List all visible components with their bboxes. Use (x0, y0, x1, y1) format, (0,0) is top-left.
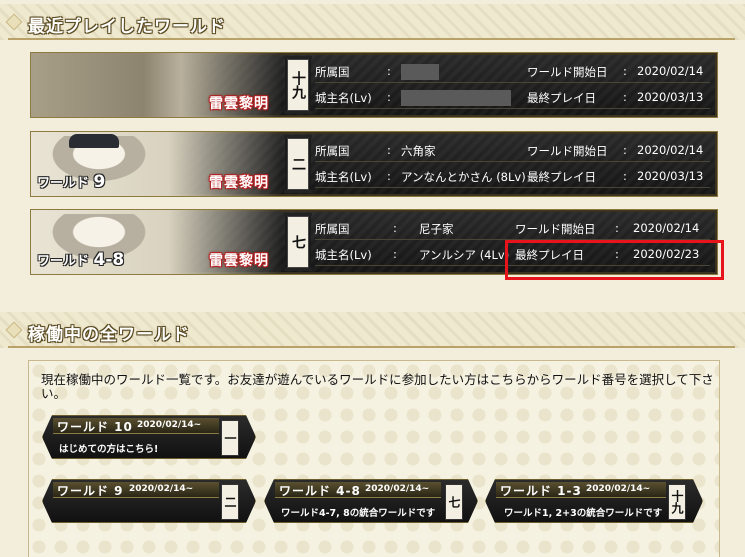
world-button-date: 2020/02/14~ (586, 484, 651, 494)
world-scroll-badge: 七 (284, 213, 312, 271)
world-select-button[interactable]: ワールド 4-8 2020/02/14~ ワールド4-7, 8の統合ワールドです… (264, 479, 478, 523)
world-scroll-badge: 一 (221, 420, 239, 456)
world-button-name: ワールド 1-3 (500, 484, 582, 498)
country-label: 所属国 (315, 65, 350, 79)
world-button-name: ワールド 10 (57, 420, 133, 434)
world-scroll-badge: 十九 (668, 484, 686, 520)
world-label: ワールド (37, 254, 90, 269)
last-value: 2020/03/13 (637, 169, 704, 183)
world-number: 9 (93, 172, 106, 192)
character-hat (69, 134, 119, 148)
start-label: ワールド開始日 (527, 65, 608, 79)
world-button-name: ワールド 4-8 (279, 484, 361, 498)
colon: : (623, 143, 627, 157)
world-info: 所属国 : ワールド開始日 : 2020/02/14 城主名(Lv) : 最終プ… (315, 59, 710, 111)
colon: : (387, 64, 391, 78)
country-value: 尼子家 (419, 222, 454, 236)
world-button-subtitle: ワールド4-7, 8の統合ワールドです (281, 508, 436, 519)
lord-value-masked (401, 90, 511, 106)
lord-label: 城主名(Lv) (315, 170, 372, 184)
colon: : (623, 90, 627, 104)
country-value-masked (401, 64, 439, 80)
world-number: 4-8 (93, 250, 125, 270)
lord-label: 城主名(Lv) (315, 91, 372, 105)
active-worlds-description: 現在稼働中のワールド一覧です。お友達が遊んでいるワールドに参加したい方はこちらか… (41, 372, 714, 401)
last-value: 2020/03/13 (637, 90, 704, 104)
colon: : (387, 169, 391, 183)
last-label: 最終プレイ日 (527, 91, 596, 105)
game-logo: 雷雲黎明 (209, 253, 269, 269)
world-select-button[interactable]: ワールド 9 2020/02/14~ 二 (42, 479, 256, 523)
lord-value: アンなんとかさん (8Lv) (401, 170, 526, 184)
world-info: 所属国 : 六角家 ワールド開始日 : 2020/02/14 城主名(Lv) :… (315, 138, 710, 190)
world-scroll-badge: 七 (445, 484, 463, 520)
country-value: 六角家 (401, 144, 436, 158)
game-logo: 雷雲黎明 (209, 175, 269, 191)
recent-world-card[interactable]: ワールド 9 雷雲黎明 二 所属国 : 六角家 ワールド開始日 : 2020/0… (30, 131, 718, 197)
world-number-label: ワールド 9 (37, 172, 105, 192)
start-label: ワールド開始日 (515, 222, 596, 236)
header-diamond-icon (5, 321, 23, 339)
colon: : (393, 221, 397, 235)
start-label: ワールド開始日 (527, 144, 608, 158)
world-scroll-badge: 二 (221, 484, 239, 520)
world-scroll-badge: 十九 (284, 56, 312, 114)
colon: : (387, 90, 391, 104)
world-scroll-badge: 二 (284, 135, 312, 193)
world-button-subtitle: はじめての方はこちら! (59, 444, 159, 455)
colon: : (623, 169, 627, 183)
world-label: ワールド (37, 176, 90, 191)
game-logo: 雷雲黎明 (209, 96, 269, 112)
world-select-button[interactable]: ワールド 1-3 2020/02/14~ ワールド1, 2+3の統合ワールドです… (485, 479, 703, 523)
active-worlds-title: 稼働中の全ワールド (28, 325, 190, 345)
world-select-button[interactable]: ワールド 10 2020/02/14~ はじめての方はこちら! 一 (42, 415, 256, 459)
country-label: 所属国 (315, 144, 350, 158)
lord-value: アンルシア (4Lv) (419, 248, 510, 262)
recent-world-card[interactable]: 雷雲黎明 十九 所属国 : ワールド開始日 : 2020/02/14 城主名(L… (30, 52, 718, 118)
start-value: 2020/02/14 (637, 64, 704, 78)
world-button-date: 2020/02/14~ (137, 420, 202, 430)
colon: : (393, 247, 397, 261)
header-diamond-icon (5, 13, 23, 31)
start-value: 2020/02/14 (637, 143, 704, 157)
active-worlds-header: 稼働中の全ワールド (0, 312, 745, 348)
last-play-highlight-box (505, 240, 724, 280)
world-button-subtitle: ワールド1, 2+3の統合ワールドです (504, 508, 663, 519)
colon: : (623, 64, 627, 78)
header-divider (8, 38, 735, 40)
last-label: 最終プレイ日 (527, 170, 596, 184)
header-divider (8, 346, 735, 348)
colon: : (615, 221, 619, 235)
world-button-date: 2020/02/14~ (365, 484, 430, 494)
start-value: 2020/02/14 (633, 221, 700, 235)
country-label: 所属国 (315, 222, 350, 236)
world-button-name: ワールド 9 (57, 484, 124, 498)
lord-label: 城主名(Lv) (315, 248, 372, 262)
colon: : (387, 143, 391, 157)
world-button-date: 2020/02/14~ (129, 484, 194, 494)
recent-worlds-title: 最近プレイしたワールド (28, 17, 226, 37)
world-number-label: ワールド 4-8 (37, 250, 124, 270)
recent-worlds-header: 最近プレイしたワールド (0, 4, 745, 40)
